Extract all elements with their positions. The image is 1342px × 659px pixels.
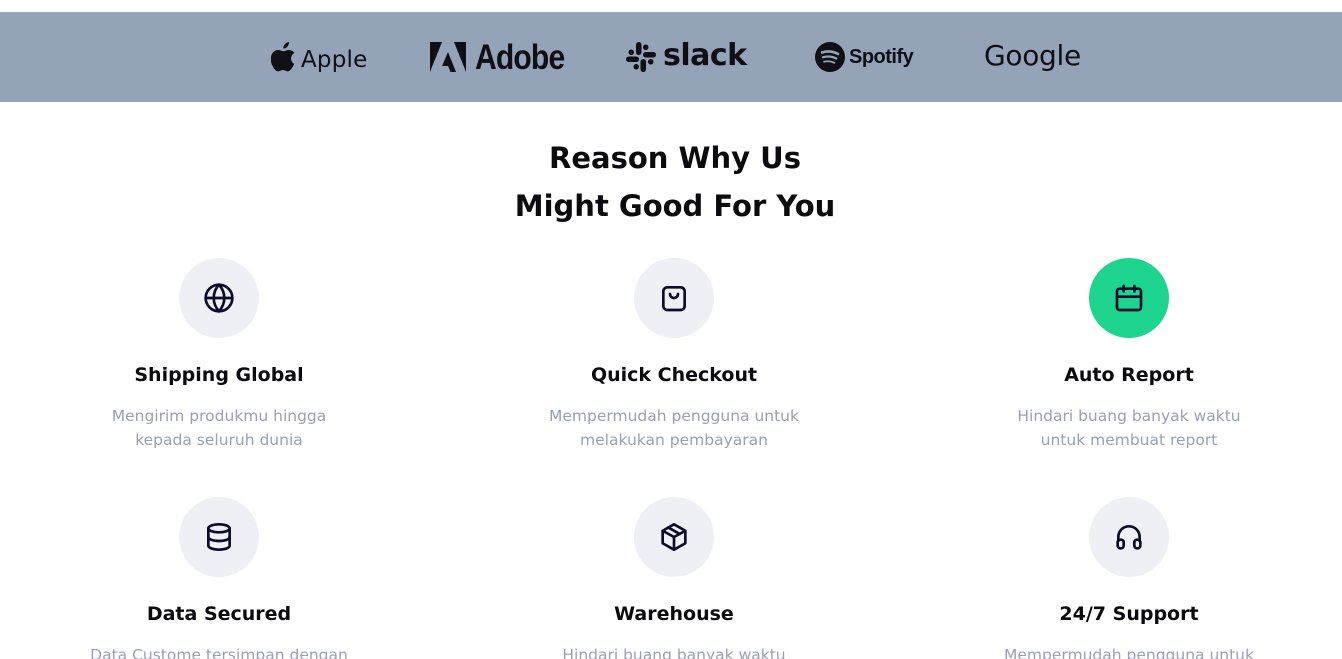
feature-description: Mengirim produkmu hingga kepada seluruh … bbox=[89, 404, 349, 452]
feature-card-warehouse: Warehouse Hindari buang banyak waktu bbox=[514, 497, 834, 659]
section-title-line-2: Might Good For You bbox=[514, 189, 836, 223]
brand-slack[interactable]: slack bbox=[626, 12, 747, 102]
database-icon bbox=[207, 523, 231, 551]
shopping-bag-icon bbox=[662, 286, 686, 312]
brand-slack-name: slack bbox=[663, 37, 747, 73]
section-title: Reason Why Us Might Good For You bbox=[0, 134, 1342, 230]
feature-title: Warehouse bbox=[614, 603, 734, 625]
feature-description: Hindari buang banyak waktu bbox=[544, 643, 804, 659]
page: Apple Adobe slack Spotify Google Reason … bbox=[0, 0, 1342, 659]
feature-icon-circle bbox=[179, 497, 259, 577]
feature-title: Auto Report bbox=[1064, 364, 1194, 386]
brand-adobe-name: Adobe bbox=[475, 38, 565, 77]
feature-description: Mempermudah pengguna untuk melakukan pem… bbox=[544, 404, 804, 452]
feature-description-line: Mempermudah pengguna untuk bbox=[549, 407, 799, 425]
feature-icon-circle bbox=[179, 258, 259, 338]
feature-title: Shipping Global bbox=[134, 364, 304, 386]
feature-icon-circle bbox=[1089, 497, 1169, 577]
feature-card-auto-report: Auto Report Hindari buang banyak waktu u… bbox=[969, 258, 1289, 452]
feature-description-line: Data Custome tersimpan dengan bbox=[90, 646, 348, 659]
section-title-line-1: Reason Why Us bbox=[549, 141, 801, 175]
brand-google-name: Google bbox=[984, 38, 1081, 72]
package-icon bbox=[661, 523, 687, 551]
feature-title: Quick Checkout bbox=[590, 364, 758, 386]
brand-spotify[interactable]: Spotify bbox=[815, 12, 914, 102]
feature-description: Data Custome tersimpan dengan bbox=[89, 643, 349, 659]
calendar-icon bbox=[1115, 284, 1143, 312]
feature-description-line: Mempermudah pengguna untuk bbox=[1004, 646, 1254, 659]
feature-description-line: Hindari buang banyak waktu bbox=[1017, 407, 1241, 425]
feature-icon-circle bbox=[634, 258, 714, 338]
feature-card-data-secured: Data Secured Data Custome tersimpan deng… bbox=[59, 497, 379, 659]
feature-icon-circle bbox=[634, 497, 714, 577]
apple-logo-icon bbox=[271, 42, 295, 72]
feature-description-line: Hindari buang banyak waktu bbox=[562, 646, 786, 659]
feature-title: Data Secured bbox=[146, 603, 292, 625]
feature-card-shipping-global: Shipping Global Mengirim produkmu hingga… bbox=[59, 258, 379, 452]
feature-description-line: melakukan pembayaran bbox=[580, 431, 768, 449]
feature-description: Mempermudah pengguna untuk bbox=[999, 643, 1259, 659]
feature-description-line: Mengirim produkmu hingga bbox=[111, 407, 327, 425]
feature-description-line: untuk membuat report bbox=[1040, 431, 1218, 449]
feature-card-support: 24/7 Support Mempermudah pengguna untuk bbox=[969, 497, 1289, 659]
spotify-logo-icon bbox=[815, 42, 845, 72]
feature-title: 24/7 Support bbox=[1059, 603, 1199, 625]
brand-logos-bar: Apple Adobe slack Spotify Google bbox=[0, 12, 1342, 102]
adobe-logo-icon bbox=[430, 42, 466, 72]
headphones-icon bbox=[1116, 525, 1142, 550]
feature-icon-circle bbox=[1089, 258, 1169, 338]
globe-icon bbox=[204, 283, 234, 313]
feature-card-quick-checkout: Quick Checkout Mempermudah pengguna untu… bbox=[514, 258, 834, 452]
brand-apple-name: Apple bbox=[301, 47, 368, 73]
brand-google[interactable]: Google bbox=[984, 12, 1081, 102]
feature-description: Hindari buang banyak waktu untuk membuat… bbox=[999, 404, 1259, 452]
feature-description-line: kepada seluruh dunia bbox=[135, 431, 303, 449]
slack-logo-icon bbox=[626, 42, 656, 72]
brand-spotify-name: Spotify bbox=[849, 45, 914, 68]
brand-adobe[interactable]: Adobe bbox=[430, 12, 579, 102]
brand-apple[interactable]: Apple bbox=[271, 12, 367, 102]
